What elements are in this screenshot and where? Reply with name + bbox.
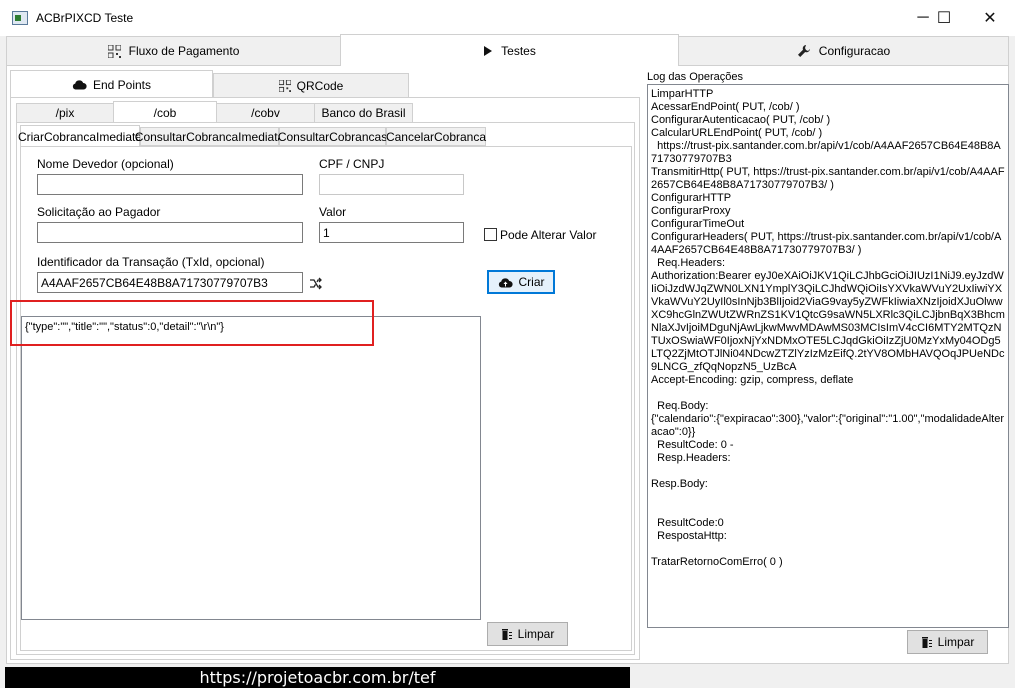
title-bar: ACBrPIXCD Teste ─ ☐ ✕ — [0, 0, 1015, 36]
tab-label: QRCode — [296, 78, 344, 93]
log-text: LimparHTTP AcessarEndPoint( PUT, /cob/ )… — [651, 88, 1005, 568]
tab-banco-do-brasil[interactable]: Banco do Brasil — [314, 103, 413, 123]
tab-qrcode[interactable]: QRCode — [213, 73, 409, 98]
pode-alterar-label: Pode Alterar Valor — [500, 228, 597, 242]
trash-icon — [501, 629, 512, 640]
log-title: Log das Operações — [647, 71, 744, 83]
close-button[interactable]: ✕ — [967, 0, 1013, 36]
cpf-cnpj-input[interactable] — [319, 174, 464, 195]
wrench-icon — [797, 45, 810, 57]
tab-label: End Points — [92, 77, 152, 92]
valor-label: Valor — [319, 205, 347, 219]
tab-fluxo-pagamento[interactable]: Fluxo de Pagamento — [6, 36, 341, 66]
qrcode-icon — [107, 44, 121, 58]
limpar-label: Limpar — [517, 627, 555, 641]
tab-configuracao[interactable]: Configuracao — [678, 36, 1009, 66]
tab-testes[interactable]: Testes — [340, 34, 679, 67]
cloud-icon — [72, 80, 87, 90]
tab-label: Testes — [501, 44, 536, 58]
tab-label: Configuracao — [818, 44, 891, 58]
highlight-box — [10, 300, 374, 346]
txid-label: Identificador da Transação (TxId, opcion… — [37, 255, 265, 269]
window-title: ACBrPIXCD Teste — [36, 11, 134, 25]
play-icon — [484, 46, 493, 56]
qrcode-icon — [278, 79, 291, 92]
result-memo[interactable]: {"type":"","title":"","status":0,"detail… — [21, 316, 481, 620]
tab-pix[interactable]: /pix — [16, 103, 114, 123]
tab-cobv[interactable]: /cobv — [216, 103, 315, 123]
nome-devedor-label: Nome Devedor (opcional) — [37, 157, 174, 171]
tab-criar-cobranca-imediata[interactable]: CriarCobrancaImediata — [18, 125, 142, 147]
tab-consultar-cobrancas[interactable]: ConsultarCobrancas — [278, 127, 387, 146]
txid-input[interactable]: A4AAF2657CB64E48B8A71730779707B3 — [37, 272, 303, 293]
tab-consultar-cobranca-imediata[interactable]: ConsultarCobrancaImediata — [135, 127, 284, 146]
shuffle-icon[interactable] — [309, 277, 322, 290]
limpar-log-button[interactable]: Limpar — [907, 630, 988, 654]
criar-label: Criar — [518, 275, 545, 289]
log-memo[interactable]: LimparHTTP AcessarEndPoint( PUT, /cob/ )… — [647, 84, 1009, 628]
footer-url: https://projetoacbr.com.br/tef — [5, 667, 630, 688]
tab-cob[interactable]: /cob — [113, 101, 217, 124]
solicitacao-input[interactable] — [37, 222, 303, 243]
cloud-upload-icon — [498, 277, 513, 287]
criar-button[interactable]: Criar — [487, 270, 555, 294]
trash-icon — [921, 637, 932, 648]
limpar-result-button[interactable]: Limpar — [487, 622, 568, 646]
nome-devedor-input[interactable] — [37, 174, 303, 195]
tab-label: Fluxo de Pagamento — [128, 44, 240, 58]
valor-input[interactable]: 1 — [319, 222, 464, 243]
solicitacao-label: Solicitação ao Pagador — [37, 205, 161, 219]
app-icon — [12, 11, 28, 25]
pode-alterar-checkbox[interactable] — [484, 228, 497, 241]
tab-cancelar-cobranca[interactable]: CancelarCobranca — [386, 127, 486, 146]
limpar-label: Limpar — [937, 635, 975, 649]
maximize-button[interactable]: ☐ — [921, 0, 967, 36]
tab-end-points[interactable]: End Points — [10, 70, 213, 98]
cpf-cnpj-label: CPF / CNPJ — [319, 157, 385, 171]
